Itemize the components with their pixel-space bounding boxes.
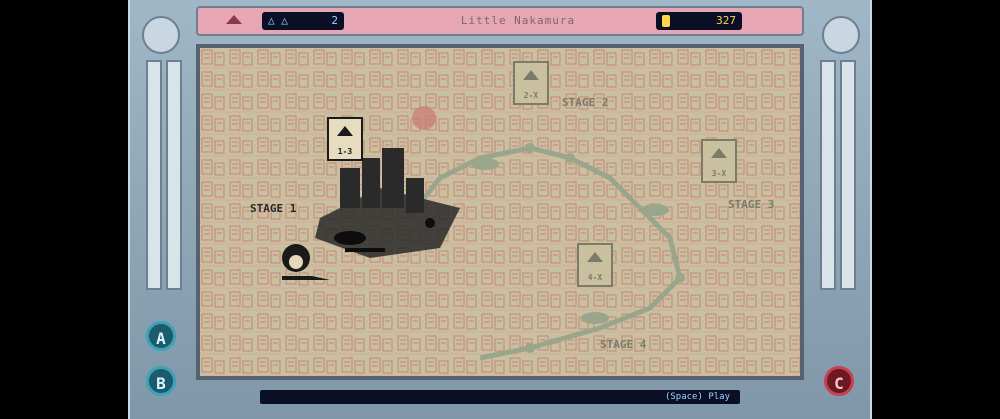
level-node-2-x[interactable]: 2-X xyxy=(513,61,549,105)
level-node-1-3[interactable]: 1-3 xyxy=(327,117,363,161)
lives-value: 2 xyxy=(331,14,338,27)
c-button[interactable]: C xyxy=(824,366,854,396)
up-arrow-icon xyxy=(226,15,242,24)
path-node xyxy=(581,312,609,324)
bottom-hint-bar: (Space) Play xyxy=(260,390,740,404)
lives-counter: △ △ 2 xyxy=(262,12,344,30)
mountain-icon: △ △ xyxy=(268,14,288,27)
level-node-label: 2-X xyxy=(524,91,539,100)
path-node xyxy=(471,158,499,170)
top-hud: △ △ 2 Little Nakamura 327 xyxy=(196,6,804,36)
stage-label: STAGE 1 xyxy=(250,202,297,215)
b-button[interactable]: B xyxy=(146,366,176,396)
stage-label: STAGE 2 xyxy=(562,96,608,109)
path-dot xyxy=(525,343,535,353)
world-map: 1-3 2-X 3-X 4-X STAGE 1 STAGE 2 STAGE 3 … xyxy=(196,44,804,380)
game-screen: △ △ 2 Little Nakamura 327 1-3 2-X 3-X 4-… xyxy=(0,0,1000,419)
right-strip-2 xyxy=(840,60,856,290)
level-node-label: 1-3 xyxy=(338,147,353,156)
npc-avatar xyxy=(412,106,436,130)
left-strip-1 xyxy=(146,60,162,290)
level-node-label: 3-X xyxy=(712,169,727,178)
stage-label: STAGE 3 xyxy=(728,198,774,211)
space-play-hint: (Space) Play xyxy=(664,392,730,402)
a-button[interactable]: A xyxy=(146,321,176,351)
left-face-icon xyxy=(142,16,180,54)
right-face-icon xyxy=(822,16,860,54)
left-strip-2 xyxy=(166,60,182,290)
path-dot xyxy=(525,143,535,153)
right-strip-1 xyxy=(820,60,836,290)
stage-label: STAGE 4 xyxy=(600,338,647,351)
level-node-label: 4-X xyxy=(588,273,603,282)
coin-counter: 327 xyxy=(656,12,742,30)
level-name: Little Nakamura xyxy=(460,14,576,27)
level-node-4-x[interactable]: 4-X xyxy=(577,243,613,287)
coin-icon xyxy=(662,15,670,27)
path-dot xyxy=(675,273,685,283)
map-svg: 1-3 2-X 3-X 4-X STAGE 1 STAGE 2 STAGE 3 … xyxy=(200,48,800,376)
path-dot xyxy=(565,153,575,163)
level-node-3-x[interactable]: 3-X xyxy=(701,139,737,183)
path-node xyxy=(641,204,669,216)
coin-value: 327 xyxy=(716,14,736,27)
